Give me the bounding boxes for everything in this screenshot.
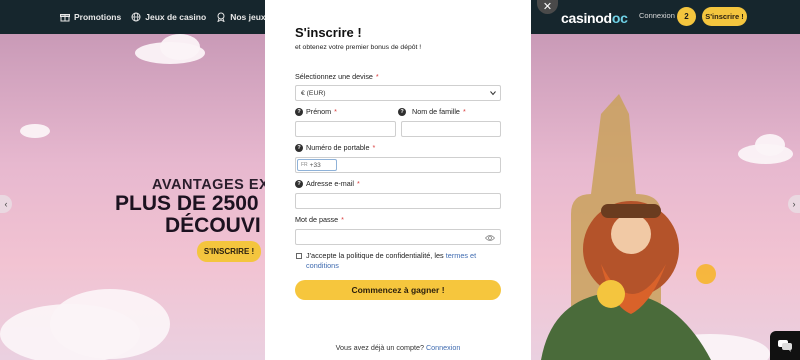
consent-checkbox[interactable] xyxy=(296,253,302,259)
chevron-down-icon xyxy=(490,91,496,96)
required-mark: * xyxy=(372,143,376,152)
password-label-text: Mot de passe xyxy=(295,215,339,224)
consent-text-body: J'accepte la politique de confidentialit… xyxy=(306,251,444,260)
currency-select[interactable]: € (EUR) xyxy=(295,85,501,101)
signup-modal: S'inscrire ! et obtenez votre premier bo… xyxy=(265,0,531,360)
required-mark: * xyxy=(375,72,379,81)
header-signup-button[interactable]: S'inscrire ! xyxy=(702,7,747,26)
required-mark: * xyxy=(462,107,466,116)
logo-accent-text: oc xyxy=(611,10,628,26)
country-code: FR xyxy=(301,162,308,168)
last-name-label-text: Nom de famille xyxy=(412,107,460,116)
cloud-decoration xyxy=(20,124,50,138)
globe-icon xyxy=(131,12,141,22)
last-name-input[interactable] xyxy=(401,121,501,137)
required-mark: * xyxy=(356,179,360,188)
hero-headline-line1: AVANTAGES EXC xyxy=(152,177,281,193)
help-icon[interactable]: ? xyxy=(295,107,303,116)
header-login-link[interactable]: Connexion xyxy=(639,11,675,20)
chat-bubble-icon xyxy=(778,339,792,352)
password-input[interactable] xyxy=(295,229,501,245)
hero-headline-line2: PLUS DE 2500 xyxy=(115,192,259,215)
email-input[interactable] xyxy=(295,193,501,209)
login-prompt-text: Vous avez déjà un compte? xyxy=(335,343,424,352)
live-chat-button[interactable] xyxy=(770,331,800,360)
currency-label-text: Sélectionnez une devise xyxy=(295,72,373,81)
country-code-selector[interactable]: FR +33 xyxy=(297,159,337,171)
email-label-text: Adresse e-mail xyxy=(306,179,354,188)
nav-item-label: Promotions xyxy=(74,12,122,22)
carousel-next-button[interactable]: › xyxy=(788,195,800,213)
logo-main-text: casinod xyxy=(561,10,612,26)
phone-prefix: +33 xyxy=(309,161,321,169)
help-icon[interactable]: ? xyxy=(295,179,303,188)
phone-label: ? Numéro de portable * xyxy=(295,143,375,152)
last-name-label: ? Nom de famille * xyxy=(398,107,466,116)
cloud-decoration xyxy=(50,289,170,359)
cloud-decoration xyxy=(755,134,785,156)
currency-select-value: € (EUR) xyxy=(301,89,326,97)
modal-title: S'inscrire ! xyxy=(295,25,362,40)
site-logo[interactable]: casinodoc xyxy=(561,10,628,26)
help-icon[interactable]: ? xyxy=(295,143,303,152)
nav-item-promotions[interactable]: Promotions xyxy=(60,12,121,22)
modal-subtitle: et obtenez votre premier bonus de dépôt … xyxy=(295,44,422,51)
login-prompt: Vous avez déjà un compte? Connexion xyxy=(265,343,531,352)
help-icon[interactable]: ? xyxy=(398,107,406,116)
eye-icon[interactable] xyxy=(485,234,495,242)
main-nav: Promotions Jeux de casino Nos jeux Live xyxy=(0,12,285,22)
submit-button[interactable]: Commencez à gagner ! xyxy=(295,280,501,300)
consent-text: J'accepte la politique de confidentialit… xyxy=(306,251,501,271)
required-mark: * xyxy=(341,215,344,224)
medal-icon xyxy=(217,12,225,22)
notification-badge[interactable]: 2 xyxy=(677,7,696,26)
nav-item-label: Jeux de casino xyxy=(145,12,207,22)
modal-login-link[interactable]: Connexion xyxy=(426,343,460,352)
first-name-label: ? Prénom * xyxy=(295,107,337,116)
nav-item-casino-games[interactable]: Jeux de casino xyxy=(131,12,206,22)
required-mark: * xyxy=(334,107,337,116)
first-name-input[interactable] xyxy=(295,121,396,137)
mascot-illustration xyxy=(541,94,716,360)
currency-label: Sélectionnez une devise * xyxy=(295,72,379,81)
phone-label-text: Numéro de portable xyxy=(306,143,370,152)
password-label: Mot de passe * xyxy=(295,215,344,224)
hero-headline-line3: DÉCOUVI xyxy=(165,214,261,237)
phone-input[interactable]: FR +33 xyxy=(295,157,501,173)
hero-signup-button[interactable]: S'INSCRIRE ! xyxy=(197,241,261,262)
gift-icon xyxy=(60,14,70,22)
cloud-decoration xyxy=(160,34,200,60)
first-name-label-text: Prénom xyxy=(306,107,332,116)
email-label: ? Adresse e-mail * xyxy=(295,179,360,188)
